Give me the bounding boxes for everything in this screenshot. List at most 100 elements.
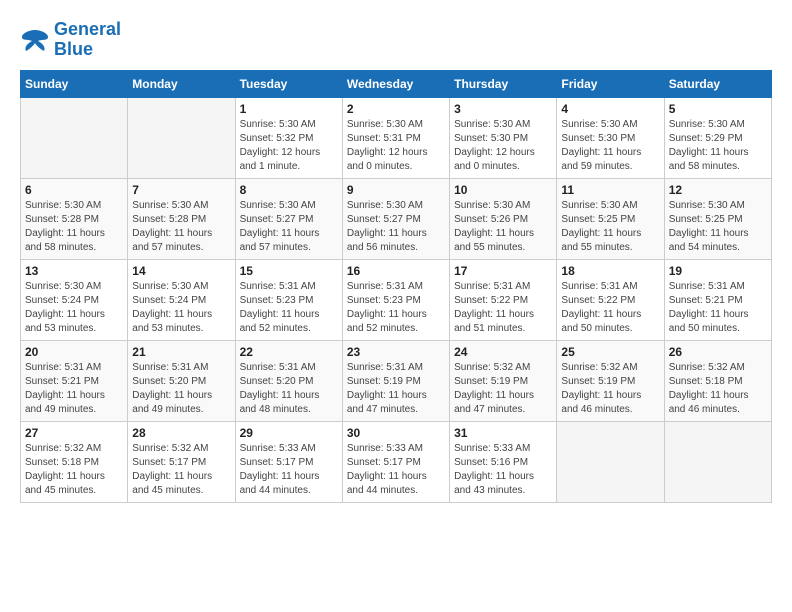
calendar-cell: 18 Sunrise: 5:31 AMSunset: 5:22 PMDayligh…	[557, 259, 664, 340]
day-info: Sunrise: 5:31 AMSunset: 5:20 PMDaylight:…	[240, 361, 338, 417]
day-number: 20	[25, 345, 123, 359]
calendar-cell: 21 Sunrise: 5:31 AMSunset: 5:20 PMDayligh…	[128, 340, 235, 421]
day-number: 24	[454, 345, 552, 359]
calendar-cell: 19 Sunrise: 5:31 AMSunset: 5:21 PMDayligh…	[664, 259, 771, 340]
calendar-cell	[664, 421, 771, 502]
day-info: Sunrise: 5:31 AMSunset: 5:23 PMDaylight:…	[347, 280, 445, 336]
calendar-cell: 5Sunrise: 5:30 AMSunset: 5:29 PMDaylight…	[664, 97, 771, 178]
day-info: Sunrise: 5:30 AMSunset: 5:25 PMDaylight:…	[561, 199, 659, 255]
day-info: Sunrise: 5:33 AMSunset: 5:16 PMDaylight:…	[454, 442, 552, 498]
calendar-header: SundayMondayTuesdayWednesdayThursdayFrid…	[21, 70, 772, 97]
day-info: Sunrise: 5:32 AMSunset: 5:19 PMDaylight:…	[454, 361, 552, 417]
calendar-cell	[128, 97, 235, 178]
day-info: Sunrise: 5:30 AMSunset: 5:24 PMDaylight:…	[25, 280, 123, 336]
day-number: 28	[132, 426, 230, 440]
day-number: 9	[347, 183, 445, 197]
day-info: Sunrise: 5:32 AMSunset: 5:17 PMDaylight:…	[132, 442, 230, 498]
day-number: 18	[561, 264, 659, 278]
calendar-cell: 30 Sunrise: 5:33 AMSunset: 5:17 PMDayligh…	[342, 421, 449, 502]
day-number: 26	[669, 345, 767, 359]
calendar-cell: 15 Sunrise: 5:31 AMSunset: 5:23 PMDayligh…	[235, 259, 342, 340]
calendar-cell: 11 Sunrise: 5:30 AMSunset: 5:25 PMDayligh…	[557, 178, 664, 259]
day-number: 17	[454, 264, 552, 278]
calendar-cell: 7 Sunrise: 5:30 AMSunset: 5:28 PMDaylight…	[128, 178, 235, 259]
calendar-week-4: 20 Sunrise: 5:31 AMSunset: 5:21 PMDayligh…	[21, 340, 772, 421]
day-number: 4	[561, 102, 659, 116]
day-info: Sunrise: 5:31 AMSunset: 5:21 PMDaylight:…	[669, 280, 767, 336]
day-number: 11	[561, 183, 659, 197]
weekday-header-tuesday: Tuesday	[235, 70, 342, 97]
day-number: 16	[347, 264, 445, 278]
day-info: Sunrise: 5:31 AMSunset: 5:21 PMDaylight:…	[25, 361, 123, 417]
calendar-week-1: 1Sunrise: 5:30 AMSunset: 5:32 PMDaylight…	[21, 97, 772, 178]
day-info: Sunrise: 5:30 AMSunset: 5:26 PMDaylight:…	[454, 199, 552, 255]
day-number: 5	[669, 102, 767, 116]
logo-text: General Blue	[54, 20, 121, 60]
calendar-cell	[21, 97, 128, 178]
day-number: 19	[669, 264, 767, 278]
calendar-cell: 3 Sunrise: 5:30 AMSunset: 5:30 PMDaylight…	[450, 97, 557, 178]
weekday-header-monday: Monday	[128, 70, 235, 97]
calendar-cell: 28 Sunrise: 5:32 AMSunset: 5:17 PMDayligh…	[128, 421, 235, 502]
day-info: Sunrise: 5:30 AMSunset: 5:31 PMDaylight:…	[347, 118, 445, 174]
weekday-header-friday: Friday	[557, 70, 664, 97]
calendar-cell: 13 Sunrise: 5:30 AMSunset: 5:24 PMDayligh…	[21, 259, 128, 340]
calendar-cell: 20 Sunrise: 5:31 AMSunset: 5:21 PMDayligh…	[21, 340, 128, 421]
day-info: Sunrise: 5:32 AMSunset: 5:18 PMDaylight:…	[669, 361, 767, 417]
calendar-cell: 2 Sunrise: 5:30 AMSunset: 5:31 PMDaylight…	[342, 97, 449, 178]
day-number: 23	[347, 345, 445, 359]
weekday-header-wednesday: Wednesday	[342, 70, 449, 97]
calendar-cell: 1Sunrise: 5:30 AMSunset: 5:32 PMDaylight…	[235, 97, 342, 178]
day-info: Sunrise: 5:33 AMSunset: 5:17 PMDaylight:…	[240, 442, 338, 498]
day-number: 6	[25, 183, 123, 197]
calendar-week-5: 27Sunrise: 5:32 AMSunset: 5:18 PMDayligh…	[21, 421, 772, 502]
day-number: 15	[240, 264, 338, 278]
day-info: Sunrise: 5:31 AMSunset: 5:19 PMDaylight:…	[347, 361, 445, 417]
day-number: 22	[240, 345, 338, 359]
day-info: Sunrise: 5:30 AMSunset: 5:28 PMDaylight:…	[25, 199, 123, 255]
day-info: Sunrise: 5:30 AMSunset: 5:25 PMDaylight:…	[669, 199, 767, 255]
calendar-week-2: 6 Sunrise: 5:30 AMSunset: 5:28 PMDaylight…	[21, 178, 772, 259]
calendar-cell: 24 Sunrise: 5:32 AMSunset: 5:19 PMDayligh…	[450, 340, 557, 421]
calendar-cell: 26 Sunrise: 5:32 AMSunset: 5:18 PMDayligh…	[664, 340, 771, 421]
day-number: 25	[561, 345, 659, 359]
calendar-cell	[557, 421, 664, 502]
day-number: 3	[454, 102, 552, 116]
logo-icon	[20, 25, 50, 55]
day-info: Sunrise: 5:31 AMSunset: 5:22 PMDaylight:…	[561, 280, 659, 336]
weekday-header-sunday: Sunday	[21, 70, 128, 97]
day-number: 13	[25, 264, 123, 278]
day-info: Sunrise: 5:30 AMSunset: 5:27 PMDaylight:…	[240, 199, 338, 255]
day-info: Sunrise: 5:30 AMSunset: 5:28 PMDaylight:…	[132, 199, 230, 255]
calendar-cell: 17 Sunrise: 5:31 AMSunset: 5:22 PMDayligh…	[450, 259, 557, 340]
calendar-cell: 27Sunrise: 5:32 AMSunset: 5:18 PMDayligh…	[21, 421, 128, 502]
day-info: Sunrise: 5:30 AMSunset: 5:32 PMDaylight:…	[240, 118, 338, 174]
day-info: Sunrise: 5:31 AMSunset: 5:20 PMDaylight:…	[132, 361, 230, 417]
day-number: 10	[454, 183, 552, 197]
day-number: 21	[132, 345, 230, 359]
day-info: Sunrise: 5:31 AMSunset: 5:23 PMDaylight:…	[240, 280, 338, 336]
day-info: Sunrise: 5:30 AMSunset: 5:30 PMDaylight:…	[454, 118, 552, 174]
day-number: 29	[240, 426, 338, 440]
calendar-cell: 4 Sunrise: 5:30 AMSunset: 5:30 PMDaylight…	[557, 97, 664, 178]
day-info: Sunrise: 5:31 AMSunset: 5:22 PMDaylight:…	[454, 280, 552, 336]
day-number: 30	[347, 426, 445, 440]
calendar-cell: 9Sunrise: 5:30 AMSunset: 5:27 PMDaylight…	[342, 178, 449, 259]
logo: General Blue	[20, 20, 121, 60]
page-header: General Blue	[20, 20, 772, 60]
day-info: Sunrise: 5:30 AMSunset: 5:30 PMDaylight:…	[561, 118, 659, 174]
calendar-cell: 23 Sunrise: 5:31 AMSunset: 5:19 PMDayligh…	[342, 340, 449, 421]
day-info: Sunrise: 5:33 AMSunset: 5:17 PMDaylight:…	[347, 442, 445, 498]
day-number: 2	[347, 102, 445, 116]
calendar-cell: 25Sunrise: 5:32 AMSunset: 5:19 PMDayligh…	[557, 340, 664, 421]
day-number: 7	[132, 183, 230, 197]
weekday-header-saturday: Saturday	[664, 70, 771, 97]
calendar-cell: 12 Sunrise: 5:30 AMSunset: 5:25 PMDayligh…	[664, 178, 771, 259]
calendar-cell: 31 Sunrise: 5:33 AMSunset: 5:16 PMDayligh…	[450, 421, 557, 502]
day-number: 12	[669, 183, 767, 197]
day-info: Sunrise: 5:32 AMSunset: 5:18 PMDaylight:…	[25, 442, 123, 498]
weekday-header-thursday: Thursday	[450, 70, 557, 97]
calendar-cell: 14Sunrise: 5:30 AMSunset: 5:24 PMDayligh…	[128, 259, 235, 340]
calendar-cell: 8Sunrise: 5:30 AMSunset: 5:27 PMDaylight…	[235, 178, 342, 259]
day-number: 31	[454, 426, 552, 440]
